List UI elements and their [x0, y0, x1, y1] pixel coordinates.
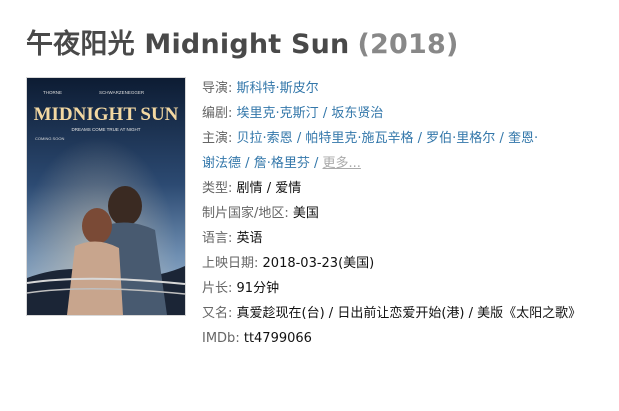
- genre-value: 爱情: [275, 181, 302, 196]
- cast-link[interactable]: 罗伯·里格尔: [426, 131, 495, 146]
- separator: /: [313, 156, 319, 171]
- imdb-row: IMDb: tt4799066: [202, 326, 602, 351]
- release-label: 上映日期:: [202, 256, 259, 271]
- runtime-row: 片长: 91分钟: [202, 276, 602, 301]
- release-row: 上映日期: 2018-03-23(美国): [202, 251, 602, 276]
- country-label: 制片国家/地区:: [202, 206, 289, 221]
- writer-label: 编剧:: [202, 106, 233, 121]
- separator: /: [417, 131, 423, 146]
- poster-tagline: DREAMS COME TRUE AT NIGHT: [71, 127, 140, 132]
- poster-actor-left: THORNE: [43, 90, 62, 95]
- cast-link[interactable]: 奎恩·: [508, 131, 538, 146]
- separator: /: [322, 106, 328, 121]
- movie-title: 午夜阳光 Midnight Sun: [26, 29, 350, 60]
- country-row: 制片国家/地区: 美国: [202, 201, 602, 226]
- cast-row: 主演: 贝拉·索恩 / 帕特里克·施瓦辛格 / 罗伯·里格尔 / 奎恩·: [202, 126, 602, 151]
- cast-link[interactable]: 帕特里克·施瓦辛格: [305, 131, 413, 146]
- language-row: 语言: 英语: [202, 226, 602, 251]
- genre-row: 类型: 剧情 / 爱情: [202, 176, 602, 201]
- writer-row: 编剧: 埃里克·克斯汀 / 坂东贤治: [202, 101, 602, 126]
- separator: /: [245, 156, 250, 171]
- poster-coming-soon: COMING SOON: [35, 136, 64, 141]
- director-link[interactable]: 斯科特·斯皮尔: [237, 81, 319, 96]
- poster-movie-title: MIDNIGHT SUN: [34, 104, 179, 125]
- poster-image: THORNE SCHWARZENEGGER MIDNIGHT SUN DREAM…: [27, 78, 185, 315]
- cast-link[interactable]: 詹·格里芬: [254, 156, 310, 171]
- language-label: 语言:: [202, 231, 233, 246]
- genre-value: 剧情: [236, 181, 263, 196]
- aka-label: 又名:: [202, 306, 233, 321]
- director-label: 导演:: [202, 81, 233, 96]
- language-value: 英语: [236, 231, 263, 246]
- imdb-label: IMDb:: [202, 331, 240, 346]
- separator: /: [499, 131, 504, 146]
- cast-more-link[interactable]: 更多...: [323, 156, 361, 171]
- movie-info: 导演: 斯科特·斯皮尔 编剧: 埃里克·克斯汀 / 坂东贤治 主演: 贝拉·索恩…: [202, 76, 602, 351]
- director-row: 导演: 斯科特·斯皮尔: [202, 76, 602, 101]
- aka-row: 又名: 真爱趁现在(台) / 日出前让恋爱开始(港) / 美版《太阳之歌》: [202, 301, 602, 326]
- poster-actor-right: SCHWARZENEGGER: [99, 90, 145, 95]
- movie-year: (2018): [357, 29, 459, 60]
- aka-value: 真爱趁现在(台) / 日出前让恋爱开始(港) / 美版《太阳之歌》: [236, 306, 582, 321]
- cast-label: 主演:: [202, 131, 233, 146]
- genre-label: 类型:: [202, 181, 233, 196]
- cast-link[interactable]: 贝拉·索恩: [237, 131, 293, 146]
- runtime-label: 片长:: [202, 281, 233, 296]
- page-title: 午夜阳光 Midnight Sun (2018): [26, 22, 459, 61]
- country-value: 美国: [292, 206, 319, 221]
- runtime-value: 91分钟: [236, 281, 280, 296]
- cast-row-continued: 谢法德 / 詹·格里芬 / 更多...: [202, 151, 602, 176]
- cast-link[interactable]: 谢法德: [202, 156, 241, 171]
- movie-poster[interactable]: THORNE SCHWARZENEGGER MIDNIGHT SUN DREAM…: [26, 77, 186, 316]
- release-value: 2018-03-23(美国): [262, 256, 375, 271]
- separator: /: [296, 131, 302, 146]
- writer-link[interactable]: 埃里克·克斯汀: [237, 106, 319, 121]
- imdb-value: tt4799066: [243, 331, 312, 346]
- separator: /: [266, 181, 272, 196]
- writer-link[interactable]: 坂东贤治: [331, 106, 383, 121]
